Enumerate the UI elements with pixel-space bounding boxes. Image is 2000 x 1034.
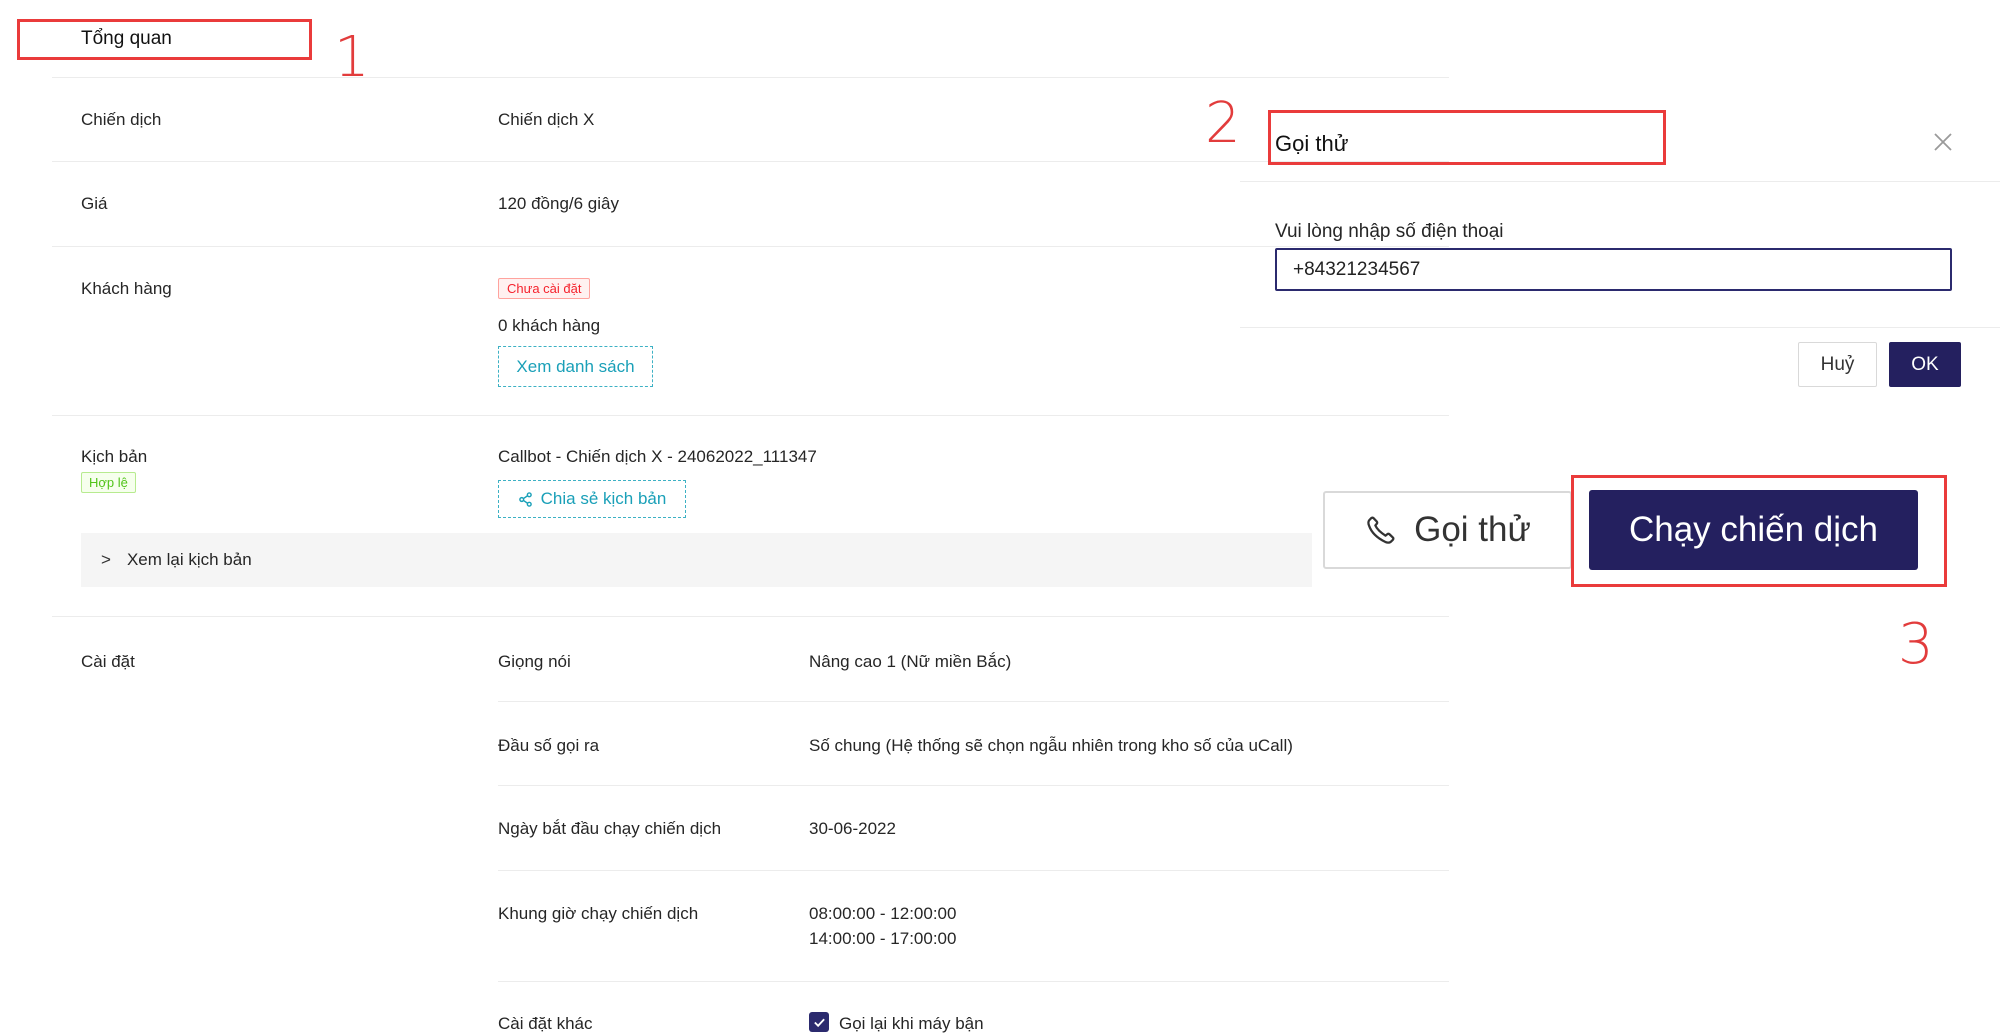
phone-field-label: Vui lòng nhập số điện thoại: [1275, 221, 1504, 242]
setting-caller-id-label: Đầu số gọi ra: [498, 736, 600, 755]
divider: [52, 616, 1449, 617]
redial-checkbox[interactable]: [809, 1012, 829, 1032]
annotation-step-3: 3: [1898, 612, 1934, 677]
setting-start-date-value: 30-06-2022: [809, 819, 896, 838]
test-call-button[interactable]: Gọi thử: [1323, 491, 1572, 569]
redial-checkbox-label: Gọi lại khi máy bận: [839, 1014, 984, 1033]
phone-input[interactable]: [1275, 248, 1952, 291]
run-campaign-button-label: Chạy chiến dịch: [1628, 510, 1879, 549]
script-value: Callbot - Chiến dịch X - 24062022_111347: [498, 447, 817, 466]
close-icon[interactable]: [1932, 131, 1954, 153]
divider: [498, 981, 1449, 982]
customers-label: Khách hàng: [81, 279, 172, 298]
setting-start-date-label: Ngày bắt đầu chạy chiến dịch: [498, 819, 722, 838]
setting-caller-id-value: Số chung (Hệ thống sẽ chọn ngẫu nhiên tr…: [809, 736, 1293, 755]
share-script-button-label: Chia sẻ kịch bản: [540, 489, 667, 508]
script-label: Kịch bản: [81, 447, 148, 466]
divider: [52, 415, 1449, 416]
setting-other-label: Cài đặt khác: [498, 1014, 593, 1033]
setting-time-window-value-2: 14:00:00 - 17:00:00: [809, 929, 957, 948]
cancel-button[interactable]: Huỷ: [1798, 342, 1877, 387]
divider: [498, 701, 1449, 702]
divider: [1240, 181, 2000, 182]
customers-status-badge: Chưa cài đặt: [498, 278, 591, 299]
divider: [52, 77, 1449, 78]
cancel-button-label: Huỷ: [1820, 353, 1855, 375]
view-list-button[interactable]: Xem danh sách: [498, 346, 653, 387]
share-script-button[interactable]: Chia sẻ kịch bản: [498, 480, 686, 518]
annotation-step-2: 2: [1205, 91, 1241, 156]
setting-voice-label: Giọng nói: [498, 652, 571, 671]
test-call-button-label: Gọi thử: [1414, 510, 1531, 549]
price-label: Giá: [81, 194, 108, 213]
campaign-label: Chiến dịch: [81, 110, 162, 129]
campaign-value: Chiến dịch X: [498, 110, 595, 129]
price-value: 120 đồng/6 giây: [498, 194, 619, 213]
share-icon: [518, 491, 533, 507]
settings-label: Cài đặt: [81, 652, 135, 671]
review-script-toggle[interactable]: > Xem lại kịch bản: [81, 533, 1312, 587]
divider: [498, 870, 1449, 871]
phone-icon: [1364, 513, 1398, 547]
chevron-right-icon: >: [101, 550, 111, 569]
divider: [1240, 327, 2000, 328]
script-status-badge: Hợp lệ: [81, 472, 136, 493]
setting-time-window-value-1: 08:00:00 - 12:00:00: [809, 904, 957, 923]
review-script-label: Xem lại kịch bản: [126, 550, 252, 569]
run-campaign-button[interactable]: Chạy chiến dịch: [1589, 490, 1918, 570]
ok-button[interactable]: OK: [1889, 342, 1961, 387]
divider: [52, 161, 1449, 162]
customers-count: 0 khách hàng: [498, 316, 601, 335]
ok-button-label: OK: [1911, 353, 1939, 375]
setting-voice-value: Nâng cao 1 (Nữ miền Bắc): [809, 652, 1012, 671]
modal-title: Gọi thử: [1275, 131, 1349, 156]
setting-time-window-label: Khung giờ chạy chiến dịch: [498, 904, 699, 923]
divider: [52, 246, 1449, 247]
overview-title: Tổng quan: [81, 28, 172, 49]
divider: [498, 785, 1449, 786]
view-list-button-label: Xem danh sách: [516, 356, 635, 376]
check-icon: [813, 1018, 825, 1027]
